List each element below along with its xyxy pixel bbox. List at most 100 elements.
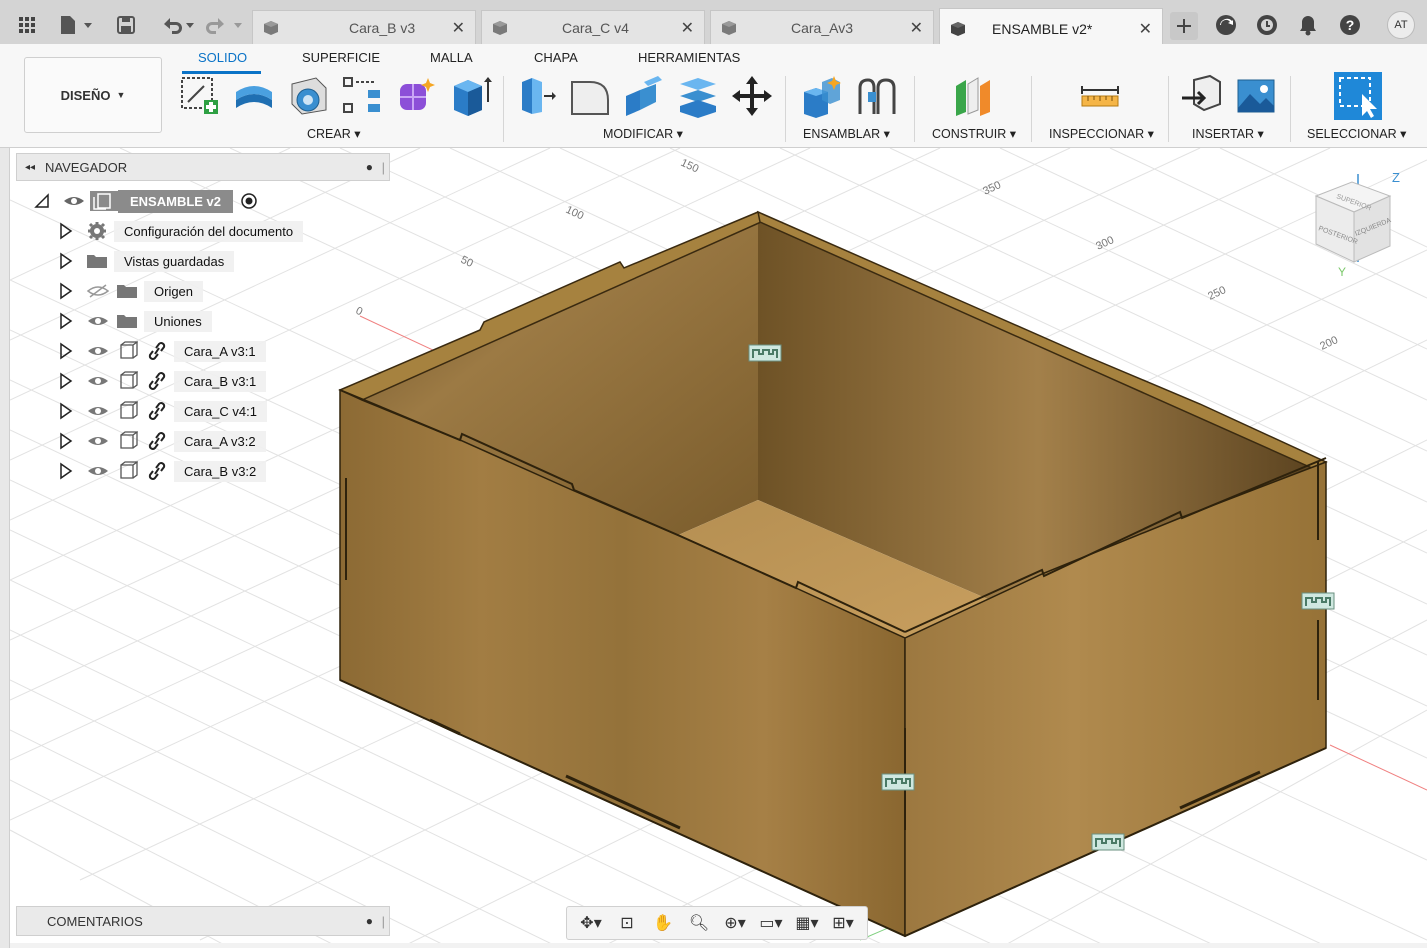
- expand-triangle-icon[interactable]: [58, 402, 74, 420]
- expand-triangle-icon[interactable]: [58, 282, 74, 300]
- eye-icon[interactable]: [86, 403, 110, 419]
- viewcube[interactable]: Z Y SUPERIOR POSTERIOR IZQUIERDA: [1314, 170, 1400, 279]
- app-grid-icon[interactable]: [18, 12, 36, 38]
- help-icon[interactable]: ?: [1339, 12, 1361, 38]
- tree-item[interactable]: Vistas guardadas: [58, 249, 235, 273]
- zoom-icon[interactable]: 🔍︎: [684, 911, 714, 935]
- tab-solido[interactable]: SOLIDO: [198, 50, 247, 65]
- group-ensamblar-label[interactable]: ENSAMBLAR ▾: [803, 126, 890, 141]
- extrude-icon[interactable]: [232, 74, 276, 118]
- expand-triangle-icon[interactable]: [58, 342, 74, 360]
- active-radio-icon[interactable]: [239, 191, 259, 211]
- tab-chapa[interactable]: CHAPA: [534, 50, 578, 65]
- joint-icon[interactable]: [854, 74, 898, 118]
- expand-triangle-icon[interactable]: [58, 462, 74, 480]
- press-pull-icon[interactable]: [514, 74, 558, 118]
- group-construir-label[interactable]: CONSTRUIR ▾: [932, 126, 1016, 141]
- group-seleccionar-label[interactable]: SELECCIONAR ▾: [1307, 126, 1406, 141]
- fit-icon[interactable]: ⊕▾: [720, 911, 750, 935]
- tree-item[interactable]: Configuración del documento: [58, 219, 304, 243]
- joint-icon[interactable]: [1301, 592, 1335, 610]
- expand-triangle-icon[interactable]: [58, 372, 74, 390]
- new-component-icon[interactable]: [800, 74, 844, 118]
- select-icon[interactable]: [1334, 72, 1382, 120]
- resize-handle-icon[interactable]: |: [382, 914, 385, 929]
- close-icon[interactable]: ✕: [1139, 19, 1152, 39]
- eye-icon[interactable]: [86, 463, 110, 479]
- close-icon[interactable]: ✕: [452, 18, 465, 38]
- viewports-icon[interactable]: ⊞▾: [828, 911, 858, 935]
- tree-item[interactable]: Uniones: [58, 309, 212, 333]
- expand-triangle-icon[interactable]: [58, 252, 74, 270]
- sync-icon[interactable]: [1215, 12, 1237, 38]
- user-avatar[interactable]: AT: [1387, 11, 1415, 39]
- comments-panel[interactable]: COMENTARIOS ● |: [16, 906, 390, 936]
- group-insertar-label[interactable]: INSERTAR ▾: [1192, 126, 1264, 141]
- group-modificar-label[interactable]: MODIFICAR ▾: [603, 126, 683, 141]
- orbit-icon[interactable]: ✥▾: [576, 911, 606, 935]
- offset-plane-icon[interactable]: [950, 74, 994, 118]
- eye-icon[interactable]: [86, 343, 110, 359]
- tab-cara-a[interactable]: Cara_Av3 ✕: [710, 10, 934, 44]
- wooden-box-model[interactable]: [338, 210, 1328, 938]
- revolve-icon[interactable]: [286, 74, 330, 118]
- pattern-icon[interactable]: [340, 74, 384, 118]
- navigator-header[interactable]: ◂◂ NAVEGADOR ● |: [16, 153, 390, 181]
- look-at-icon[interactable]: ⊡: [612, 911, 642, 935]
- new-tab-plus-icon[interactable]: [1170, 12, 1198, 40]
- group-inspeccionar-label[interactable]: INSPECCIONAR ▾: [1049, 126, 1154, 141]
- expand-triangle-icon[interactable]: [58, 222, 74, 240]
- eye-icon[interactable]: [86, 373, 110, 389]
- tree-root[interactable]: ENSAMBLE v2: [34, 189, 259, 213]
- move-icon[interactable]: [730, 74, 774, 118]
- form-icon[interactable]: [394, 74, 438, 118]
- joint-icon[interactable]: [748, 344, 782, 362]
- box-icon[interactable]: [448, 74, 492, 118]
- collapse-panel-icon[interactable]: ◂◂: [25, 162, 35, 173]
- save-icon[interactable]: [116, 12, 136, 38]
- create-sketch-icon[interactable]: [178, 74, 222, 118]
- tree-item[interactable]: Cara_A v3:1: [58, 339, 266, 363]
- undo-icon[interactable]: [160, 12, 196, 38]
- measure-icon[interactable]: [1078, 74, 1122, 118]
- tab-herramientas[interactable]: HERRAMIENTAS: [638, 50, 740, 65]
- grid-settings-icon[interactable]: ▦▾: [792, 911, 822, 935]
- tab-cara-b[interactable]: Cara_B v3 ✕: [252, 10, 476, 44]
- expand-triangle-icon[interactable]: [58, 432, 74, 450]
- tree-item[interactable]: Cara_C v4:1: [58, 399, 267, 423]
- close-icon[interactable]: ✕: [681, 18, 694, 38]
- insert-derive-icon[interactable]: [1180, 74, 1224, 118]
- tree-item[interactable]: Cara_A v3:2: [58, 429, 266, 453]
- combine-icon[interactable]: [676, 74, 720, 118]
- shell-icon[interactable]: [622, 74, 666, 118]
- tree-item[interactable]: Origen: [58, 279, 204, 303]
- eye-hidden-icon[interactable]: [86, 283, 110, 299]
- joint-icon[interactable]: [1091, 833, 1125, 851]
- expand-triangle-icon[interactable]: [58, 312, 74, 330]
- expanded-triangle-icon[interactable]: [34, 193, 52, 209]
- bell-icon[interactable]: [1298, 12, 1318, 38]
- eye-icon[interactable]: [86, 433, 110, 449]
- eye-icon[interactable]: [86, 313, 110, 329]
- resize-handle-icon[interactable]: |: [382, 160, 385, 175]
- group-crear-label[interactable]: CREAR ▾: [307, 126, 361, 141]
- file-menu-icon[interactable]: [58, 12, 92, 38]
- eye-icon[interactable]: [62, 193, 86, 209]
- tree-item[interactable]: Cara_B v3:2: [58, 459, 267, 483]
- tab-superficie[interactable]: SUPERFICIE: [302, 50, 380, 65]
- pin-icon[interactable]: ●: [366, 160, 373, 174]
- display-settings-icon[interactable]: ▭▾: [756, 911, 786, 935]
- tab-ensamble[interactable]: ENSAMBLE v2* ✕: [939, 8, 1163, 48]
- workspace-switcher[interactable]: DISEÑO ▼: [24, 57, 162, 133]
- fillet-icon[interactable]: [568, 74, 612, 118]
- clock-icon[interactable]: [1256, 12, 1278, 38]
- tree-item[interactable]: Cara_B v3:1: [58, 369, 267, 393]
- close-icon[interactable]: ✕: [910, 18, 923, 38]
- tab-cara-c[interactable]: Cara_C v4 ✕: [481, 10, 705, 44]
- redo-icon[interactable]: [206, 12, 244, 38]
- add-comment-icon[interactable]: ●: [366, 914, 373, 928]
- tab-malla[interactable]: MALLA: [430, 50, 473, 65]
- joint-icon[interactable]: [881, 773, 915, 791]
- pan-hand-icon[interactable]: ✋: [648, 911, 678, 935]
- root-component-label[interactable]: ENSAMBLE v2: [118, 189, 234, 213]
